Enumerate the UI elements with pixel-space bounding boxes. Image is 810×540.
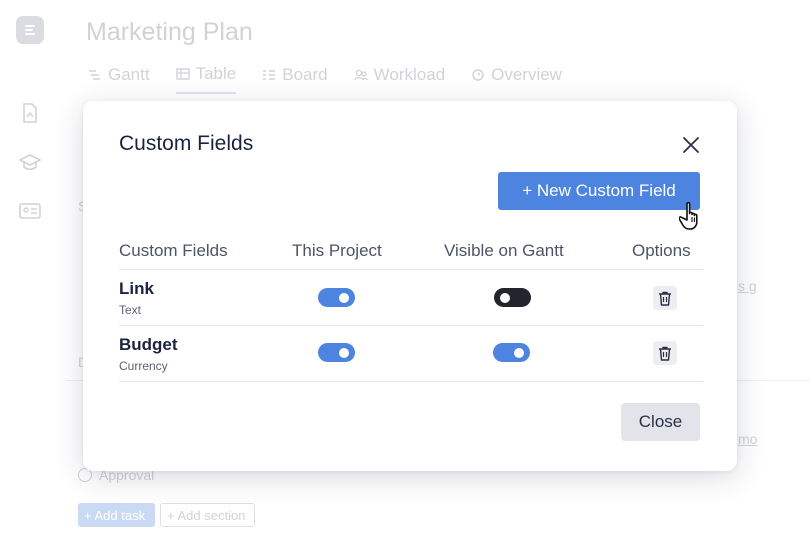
trash-icon <box>659 346 671 361</box>
tab-label: Board <box>282 65 328 84</box>
id-card-icon[interactable] <box>19 200 41 222</box>
divider <box>119 381 703 382</box>
hand-pointer-icon <box>679 201 698 230</box>
field-name: Budget <box>119 335 178 354</box>
new-custom-field-button[interactable]: + New Custom Field <box>498 172 700 210</box>
delete-field-button[interactable] <box>653 286 677 310</box>
tab-gantt[interactable]: Gantt <box>88 64 150 94</box>
field-type: Text <box>119 303 142 317</box>
toggle-knob <box>500 292 510 303</box>
tab-workload[interactable]: Workload <box>353 64 446 94</box>
this-project-toggle[interactable] <box>318 288 355 307</box>
visible-on-gantt-toggle[interactable] <box>494 288 531 307</box>
this-project-toggle[interactable] <box>318 343 355 362</box>
tab-label: Gantt <box>108 65 150 84</box>
delete-field-button[interactable] <box>653 341 677 365</box>
page-title: Marketing Plan <box>86 18 253 46</box>
graduation-cap-icon[interactable] <box>19 152 41 174</box>
trash-icon <box>659 291 671 306</box>
table-icon <box>175 68 190 80</box>
view-tabs: Gantt Table Board Workload Overview <box>88 64 562 94</box>
tab-label: Workload <box>373 65 446 84</box>
toggle-knob <box>514 347 524 358</box>
field-name: Link <box>119 279 154 298</box>
document-icon[interactable] <box>19 102 41 124</box>
gantt-icon <box>89 70 100 80</box>
app-logo <box>16 16 44 44</box>
modal-title: Custom Fields <box>119 132 254 155</box>
add-section-button[interactable]: + Add section <box>160 503 255 527</box>
tab-overview[interactable]: Overview <box>471 64 562 94</box>
field-type: Currency <box>119 359 168 373</box>
workload-icon <box>353 69 368 81</box>
background-link-fragment[interactable]: mo <box>738 431 757 447</box>
tab-label: Overview <box>491 65 562 84</box>
column-header-custom-fields: Custom Fields <box>119 241 228 260</box>
toggle-knob <box>339 347 349 358</box>
background-link-fragment[interactable]: s g <box>738 278 757 294</box>
board-icon <box>263 70 276 80</box>
divider <box>119 325 703 326</box>
overview-icon <box>472 69 484 81</box>
custom-fields-modal: Custom Fields + New Custom Field Custom … <box>83 101 737 471</box>
column-header-this-project: This Project <box>292 241 382 260</box>
visible-on-gantt-toggle[interactable] <box>493 343 530 362</box>
close-button[interactable]: Close <box>621 403 700 441</box>
tab-table[interactable]: Table <box>175 64 237 94</box>
tab-board[interactable]: Board <box>262 64 328 94</box>
divider <box>119 269 703 270</box>
close-icon[interactable] <box>681 135 701 155</box>
column-header-visible-on-gantt: Visible on Gantt <box>444 241 564 260</box>
toggle-knob <box>339 292 349 303</box>
column-header-options: Options <box>632 241 691 260</box>
tab-label: Table <box>195 64 237 83</box>
add-task-button[interactable]: + Add task <box>78 503 155 527</box>
